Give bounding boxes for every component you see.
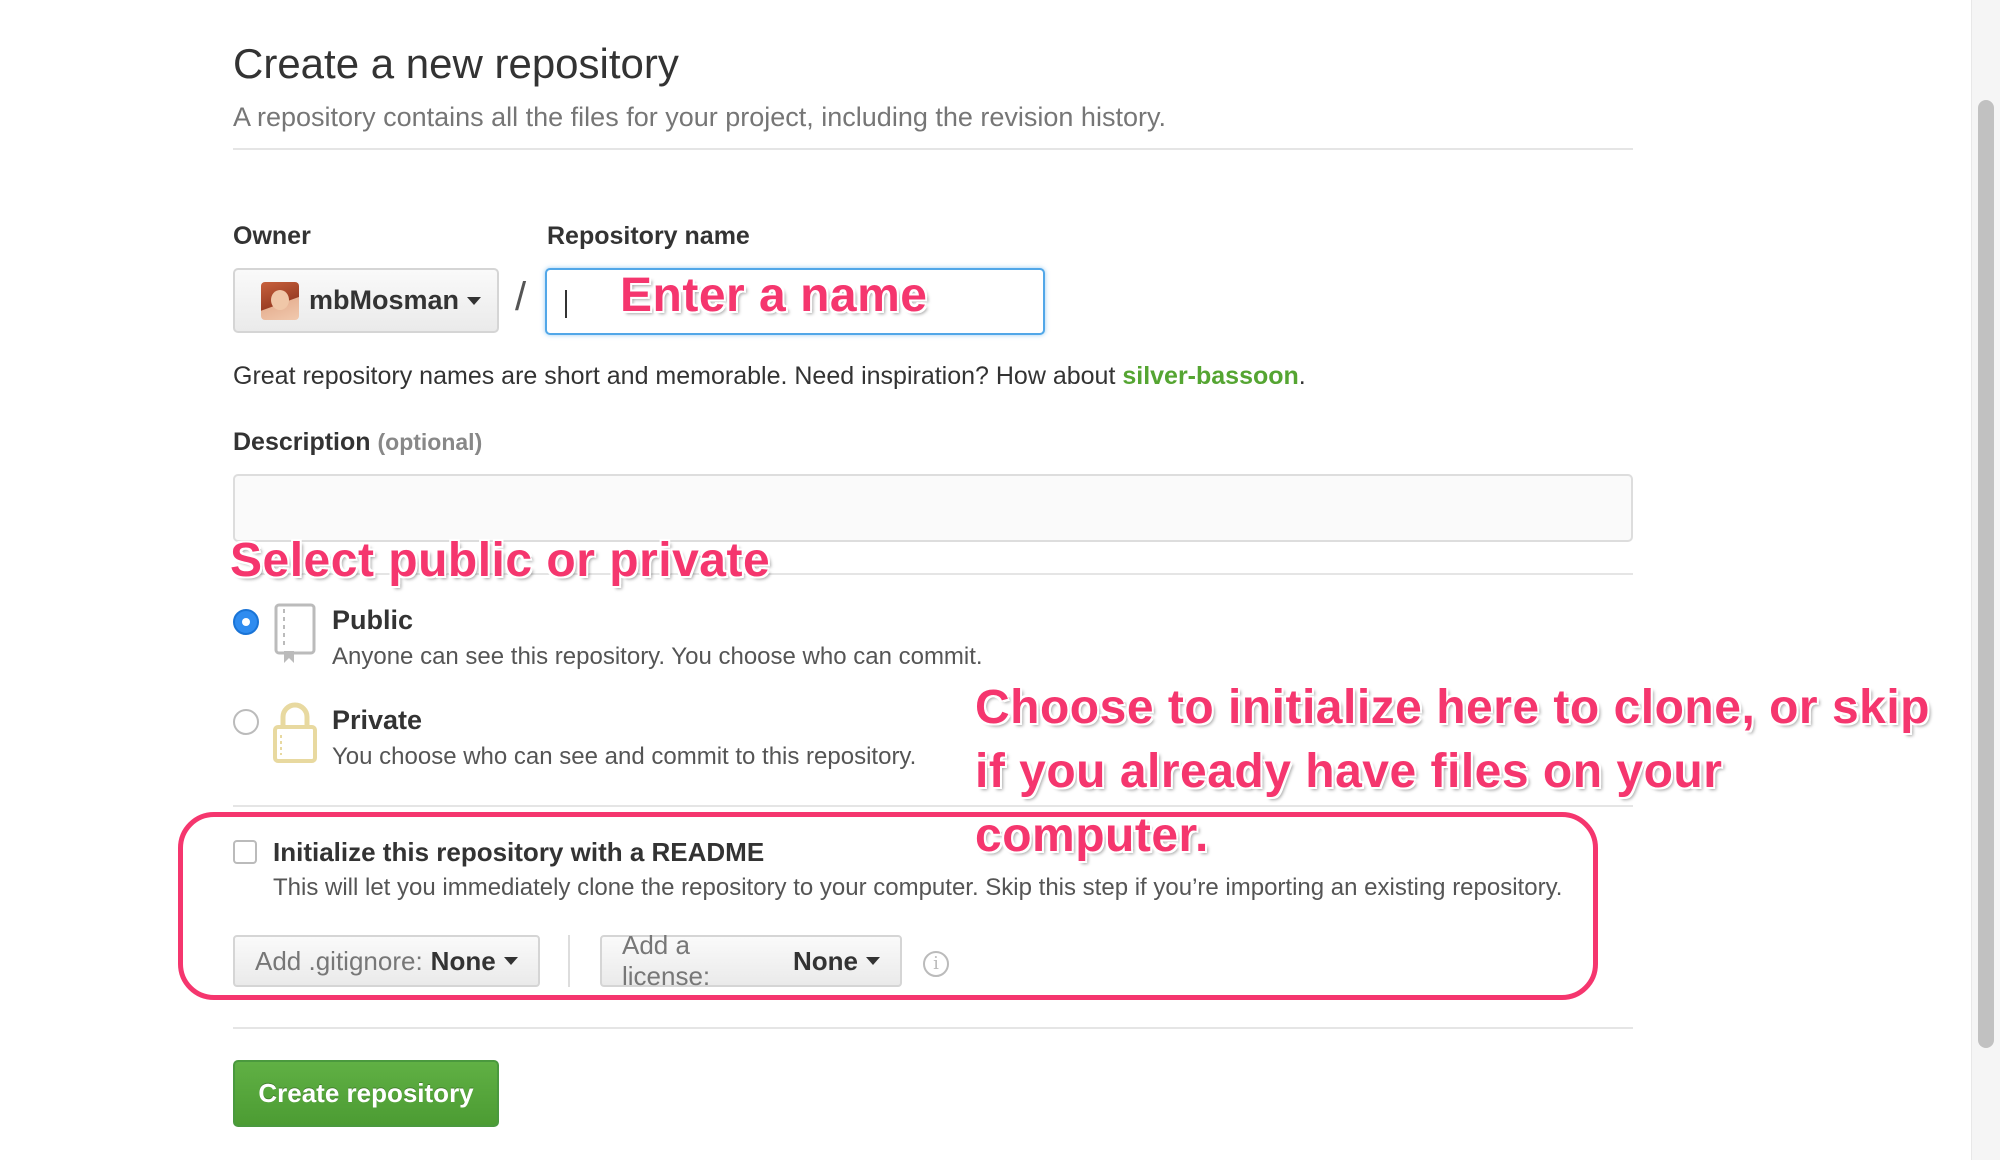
description-input[interactable] [233, 474, 1633, 542]
create-repository-button[interactable]: Create repository [233, 1060, 499, 1127]
page-title: Create a new repository [233, 40, 679, 87]
annotation-select-visibility: Select public or private [230, 534, 771, 587]
hint-text: Great repository names are short and mem… [233, 362, 1123, 390]
submit-divider [233, 1027, 1633, 1029]
page-subtitle: A repository contains all the files for … [233, 102, 1166, 132]
annotation-enter-name: Enter a name [620, 269, 928, 322]
text-cursor [565, 290, 567, 318]
caret-down-icon [467, 296, 482, 305]
scrollbar-thumb[interactable] [1978, 100, 1994, 1048]
description-label-row: Description (optional) [233, 428, 482, 457]
header-divider [233, 148, 1633, 150]
private-description: You choose who can see and commit to thi… [332, 743, 917, 770]
avatar [261, 281, 299, 320]
optional-tag: (optional) [377, 429, 483, 455]
annotation-init-line-2: if you already have files on your [975, 745, 1723, 798]
init-divider [233, 805, 1633, 807]
repo-name-hint: Great repository names are short and mem… [233, 362, 1306, 391]
public-title: Public [332, 605, 414, 635]
lock-icon [273, 702, 317, 763]
repo-book-icon [274, 603, 316, 663]
owner-label: Owner [233, 222, 311, 250]
owner-select[interactable]: mbMosman [233, 268, 499, 333]
private-radio[interactable] [233, 709, 259, 735]
owner-repo-separator: / [515, 275, 527, 319]
repo-name-label: Repository name [547, 222, 750, 250]
name-suggestion-link[interactable]: silver-bassoon [1122, 362, 1298, 390]
init-annotation-box [178, 812, 1598, 1000]
public-radio[interactable] [233, 609, 259, 635]
owner-name: mbMosman [309, 285, 460, 315]
hint-suffix: . [1298, 362, 1306, 390]
public-description: Anyone can see this repository. You choo… [332, 643, 983, 670]
description-label: Description [233, 428, 371, 456]
annotation-init-line-1: Choose to initialize here to clone, or s… [975, 681, 1930, 734]
annotation-init-line-3: computer. [975, 809, 1209, 862]
private-title: Private [332, 705, 423, 735]
